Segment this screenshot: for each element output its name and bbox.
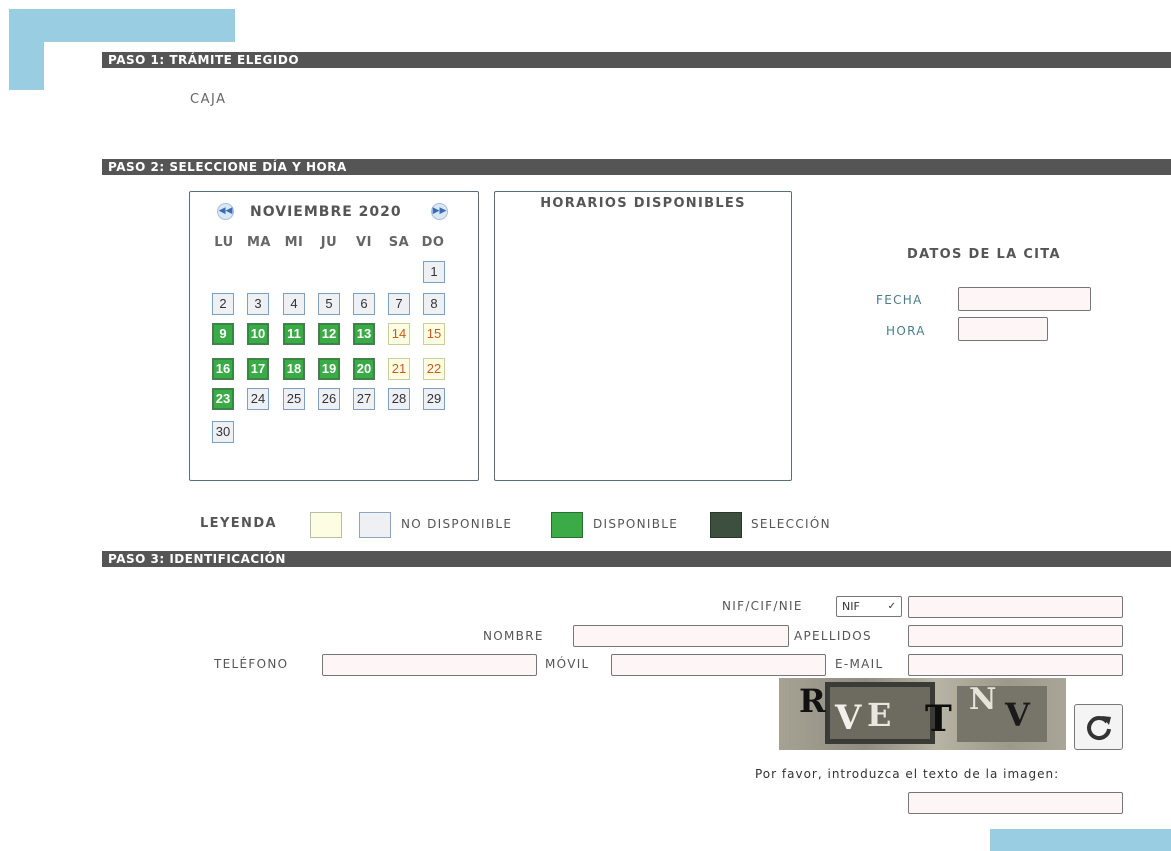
section-header-step-1: PASO 1: TRÁMITE ELEGIDO: [102, 52, 1171, 68]
weekday-label: JU: [320, 235, 338, 250]
calendar-day: 2: [212, 293, 234, 315]
fecha-field[interactable]: [958, 287, 1091, 311]
legend-title: LEYENDA: [200, 516, 277, 531]
legend-swatch-selected: [710, 512, 742, 538]
calendar-day[interactable]: 16: [212, 358, 234, 380]
nombre-field[interactable]: [573, 625, 789, 647]
section-header-step-2: PASO 2: SELECCIONE DÍA Y HORA: [102, 159, 1171, 175]
calendar-day: 7: [388, 293, 410, 315]
legend-label-not-available: NO DISPONIBLE: [401, 517, 513, 531]
double-chevron-left-icon[interactable]: ◀◀: [217, 203, 234, 220]
captcha-field[interactable]: [908, 792, 1123, 814]
calendar-day: 26: [318, 388, 340, 410]
calendar-day: 14: [388, 323, 410, 345]
calendar-day: 25: [283, 388, 305, 410]
fecha-label: FECHA: [876, 293, 923, 307]
calendar-day[interactable]: 18: [283, 358, 305, 380]
calendar-day: 21: [388, 358, 410, 380]
hora-label: HORA: [886, 324, 926, 338]
calendar-day: 8: [423, 293, 445, 315]
legend-label-available: DISPONIBLE: [593, 517, 679, 531]
movil-label: MÓVIL: [545, 657, 590, 671]
calendar-day[interactable]: 23: [212, 388, 234, 410]
hora-field[interactable]: [958, 317, 1048, 341]
weekday-label: VI: [356, 235, 372, 250]
decorative-corner-bottom: [990, 829, 1171, 851]
section-header-step-3: PASO 3: IDENTIFICACIÓN: [102, 551, 1171, 567]
captcha-image: R V E T N V: [779, 678, 1066, 750]
calendar-day: 5: [318, 293, 340, 315]
selected-procedure: CAJA: [190, 92, 227, 107]
calendar-day[interactable]: 17: [247, 358, 269, 380]
chevron-down-icon: ✓: [887, 601, 896, 612]
calendar-day: 30: [212, 421, 234, 443]
appointment-data-title: DATOS DE LA CITA: [907, 247, 1061, 262]
available-times-panel: HORARIOS DISPONIBLES: [494, 191, 792, 481]
calendar-day: 3: [247, 293, 269, 315]
calendar-day: 1: [423, 261, 445, 283]
apellidos-label: APELLIDOS: [794, 629, 872, 643]
refresh-icon: [1087, 716, 1111, 741]
calendar-day[interactable]: 9: [212, 323, 234, 345]
weekday-label: DO: [421, 235, 445, 250]
captcha-instructions: Por favor, introduzca el texto de la ima…: [755, 767, 1060, 781]
nif-label: NIF/CIF/NIE: [722, 599, 803, 613]
double-chevron-right-icon[interactable]: ▶▶: [431, 203, 448, 220]
calendar-day: 22: [423, 358, 445, 380]
calendar-day: 28: [388, 388, 410, 410]
weekday-label: MA: [247, 235, 271, 250]
telefono-label: TELÉFONO: [214, 657, 289, 671]
telefono-field[interactable]: [322, 654, 537, 676]
legend-swatch-not-available: [359, 512, 391, 538]
calendar-day: 27: [353, 388, 375, 410]
calendar-day: 6: [353, 293, 375, 315]
legend-label-selected: SELECCIÓN: [751, 517, 831, 531]
email-label: E-MAIL: [835, 657, 884, 671]
calendar-day[interactable]: 13: [353, 323, 375, 345]
calendar-day: 24: [247, 388, 269, 410]
calendar-month-label: NOVIEMBRE 2020: [250, 204, 402, 220]
apellidos-field[interactable]: [908, 625, 1123, 647]
calendar-day: 4: [283, 293, 305, 315]
calendar-day[interactable]: 10: [247, 323, 269, 345]
calendar-day[interactable]: 11: [283, 323, 305, 345]
legend-swatch-available: [551, 512, 583, 538]
email-field[interactable]: [908, 654, 1123, 676]
calendar-day[interactable]: 19: [318, 358, 340, 380]
calendar: ◀◀ NOVIEMBRE 2020 ▶▶ LU MA MI JU VI SA DO 1234…: [189, 191, 479, 481]
weekday-label: SA: [388, 235, 410, 250]
calendar-day[interactable]: 20: [353, 358, 375, 380]
document-type-value: NIF: [842, 600, 860, 613]
available-times-title: HORARIOS DISPONIBLES: [540, 196, 746, 211]
calendar-day: 15: [423, 323, 445, 345]
legend-swatch-weekend: [310, 512, 342, 538]
document-type-select[interactable]: NIF ✓: [836, 596, 902, 617]
calendar-day: 29: [423, 388, 445, 410]
movil-field[interactable]: [611, 654, 826, 676]
weekday-label: MI: [284, 235, 304, 250]
calendar-month-nav: ◀◀ NOVIEMBRE 2020 ▶▶: [190, 202, 478, 222]
nif-field[interactable]: [908, 596, 1123, 618]
refresh-captcha-button[interactable]: [1074, 704, 1123, 750]
nombre-label: NOMBRE: [483, 629, 544, 643]
decorative-corner-top-vertical: [9, 9, 44, 90]
weekday-label: LU: [214, 235, 234, 250]
calendar-day[interactable]: 12: [318, 323, 340, 345]
